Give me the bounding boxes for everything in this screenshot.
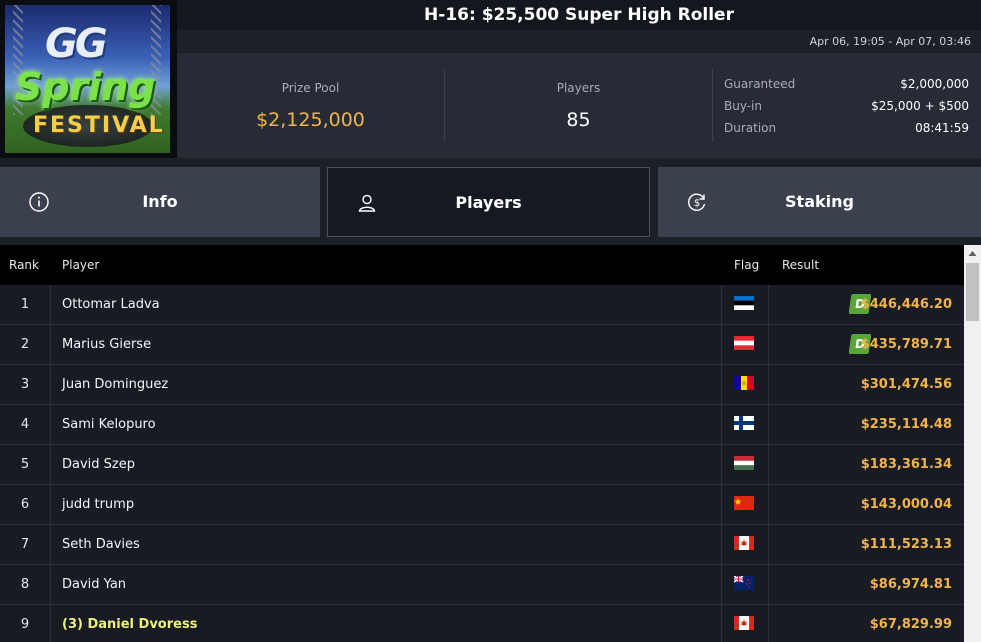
flag-canada-icon bbox=[734, 536, 754, 550]
tab-staking[interactable]: $ Staking bbox=[658, 167, 981, 237]
tournament-page: GG Spring FESTIVAL H-16: $25,500 Super H… bbox=[0, 0, 981, 642]
tab-info-label: Info bbox=[142, 192, 178, 211]
title-bar: H-16: $25,500 Super High Roller bbox=[177, 0, 981, 30]
result-cell: $183,361.34 bbox=[860, 457, 952, 472]
header-result[interactable]: Result bbox=[782, 258, 819, 272]
player-name[interactable]: Juan Dominguez bbox=[62, 377, 168, 392]
date-bar: Apr 06, 19:05 - Apr 07, 03:46 bbox=[177, 30, 981, 53]
tab-staking-label: Staking bbox=[785, 192, 854, 211]
prize-pool-value: $2,125,000 bbox=[256, 109, 365, 131]
tab-players[interactable]: Players bbox=[327, 167, 650, 237]
rank-cell: 9 bbox=[20, 617, 30, 632]
flag-new-zealand-icon bbox=[734, 576, 754, 590]
scroll-thumb[interactable] bbox=[966, 263, 979, 321]
rank-cell: 8 bbox=[20, 577, 30, 592]
rank-cell: 4 bbox=[20, 417, 30, 432]
scroll-up-arrow-icon[interactable] bbox=[964, 245, 981, 262]
player-name[interactable]: (3) Daniel Dvoress bbox=[62, 617, 197, 632]
flag-china-icon bbox=[734, 496, 754, 510]
result-cell: $67,829.99 bbox=[869, 617, 952, 632]
player-name[interactable]: David Szep bbox=[62, 457, 135, 472]
table-row[interactable]: 8 David Yan $86,974.81 bbox=[0, 565, 964, 605]
page-title: H-16: $25,500 Super High Roller bbox=[424, 5, 734, 25]
result-cell: $143,000.04 bbox=[860, 497, 952, 512]
table-row[interactable]: 9 (3) Daniel Dvoress $67,829.99 bbox=[0, 605, 964, 642]
flag-estonia-icon bbox=[734, 296, 754, 310]
rank-cell: 3 bbox=[20, 377, 30, 392]
player-name[interactable]: Seth Davies bbox=[62, 537, 140, 552]
players-label: Players bbox=[556, 81, 601, 95]
flag-finland-icon bbox=[734, 416, 754, 430]
rank-cell: 5 bbox=[20, 457, 30, 472]
detail-label: Duration bbox=[724, 121, 777, 135]
flag-andorra-icon bbox=[734, 376, 754, 390]
player-name[interactable]: Sami Kelopuro bbox=[62, 417, 156, 432]
logo-spring-text: Spring bbox=[15, 65, 156, 109]
tab-info[interactable]: Info bbox=[0, 167, 320, 237]
detail-value: $25,000 + $500 bbox=[871, 99, 969, 113]
flag-austria-icon bbox=[734, 336, 754, 350]
tab-players-label: Players bbox=[455, 193, 522, 212]
result-cell: $446,446.20 bbox=[860, 297, 952, 312]
date-range: Apr 06, 19:05 - Apr 07, 03:46 bbox=[809, 35, 971, 48]
flag-hungary-icon bbox=[734, 456, 754, 470]
player-name[interactable]: Ottomar Ladva bbox=[62, 297, 160, 312]
result-cell: $435,789.71 bbox=[860, 337, 952, 352]
table-row[interactable]: 1 Ottomar Ladva D $446,446.20 bbox=[0, 285, 964, 325]
logo-gg-text: GG bbox=[45, 21, 108, 67]
detail-label: Buy-in bbox=[724, 99, 762, 113]
player-name[interactable]: Marius Gierse bbox=[62, 337, 151, 352]
detail-label: Guaranteed bbox=[724, 77, 796, 91]
prize-pool-stat: Prize Pool $2,125,000 bbox=[177, 53, 444, 158]
result-cell: $86,974.81 bbox=[869, 577, 952, 592]
table-header: Rank Player Flag Result bbox=[0, 245, 964, 285]
result-cell: $301,474.56 bbox=[860, 377, 952, 392]
table-row[interactable]: 5 David Szep $183,361.34 bbox=[0, 445, 964, 485]
rank-cell: 7 bbox=[20, 537, 30, 552]
players-value: 85 bbox=[566, 109, 591, 131]
table-row[interactable]: 3 Juan Dominguez $301,474.56 bbox=[0, 365, 964, 405]
detail-duration: Duration 08:41:59 bbox=[724, 121, 969, 143]
header-flag[interactable]: Flag bbox=[734, 258, 759, 272]
rank-cell: 2 bbox=[20, 337, 30, 352]
table-scrollbar[interactable] bbox=[964, 245, 981, 642]
detail-value: $2,000,000 bbox=[900, 77, 969, 91]
players-table: Rank Player Flag Result 1 Ottomar Ladva … bbox=[0, 245, 964, 642]
table-row[interactable]: 6 judd trump $143,000.04 bbox=[0, 485, 964, 525]
table-row[interactable]: 2 Marius Gierse D $435,789.71 bbox=[0, 325, 964, 365]
logo-festival-text: FESTIVAL bbox=[33, 113, 165, 138]
player-name[interactable]: judd trump bbox=[62, 497, 134, 512]
rank-cell: 1 bbox=[20, 297, 30, 312]
tournament-details: Guaranteed $2,000,000 Buy-in $25,000 + $… bbox=[724, 77, 969, 143]
header-rank[interactable]: Rank bbox=[9, 258, 39, 272]
header-player[interactable]: Player bbox=[62, 258, 99, 272]
tab-bar: Info Players $ Staking bbox=[0, 158, 981, 245]
stats-panel: Prize Pool $2,125,000 Players 85 Guarant… bbox=[177, 53, 981, 158]
result-cell: $111,523.13 bbox=[860, 537, 952, 552]
player-name[interactable]: David Yan bbox=[62, 577, 126, 592]
players-stat: Players 85 bbox=[445, 53, 712, 158]
rank-cell: 6 bbox=[20, 497, 30, 512]
detail-value: 08:41:59 bbox=[915, 121, 969, 135]
flag-canada-icon bbox=[734, 616, 754, 630]
stats-divider bbox=[712, 69, 713, 142]
festival-logo: GG Spring FESTIVAL bbox=[0, 0, 177, 158]
logo-artwork: GG Spring FESTIVAL bbox=[5, 5, 170, 153]
table-row[interactable]: 7 Seth Davies $111,523.13 bbox=[0, 525, 964, 565]
table-row[interactable]: 4 Sami Kelopuro $235,114.48 bbox=[0, 405, 964, 445]
result-cell: $235,114.48 bbox=[860, 417, 952, 432]
detail-buy-in: Buy-in $25,000 + $500 bbox=[724, 99, 969, 121]
detail-guaranteed: Guaranteed $2,000,000 bbox=[724, 77, 969, 99]
prize-pool-label: Prize Pool bbox=[281, 81, 340, 95]
